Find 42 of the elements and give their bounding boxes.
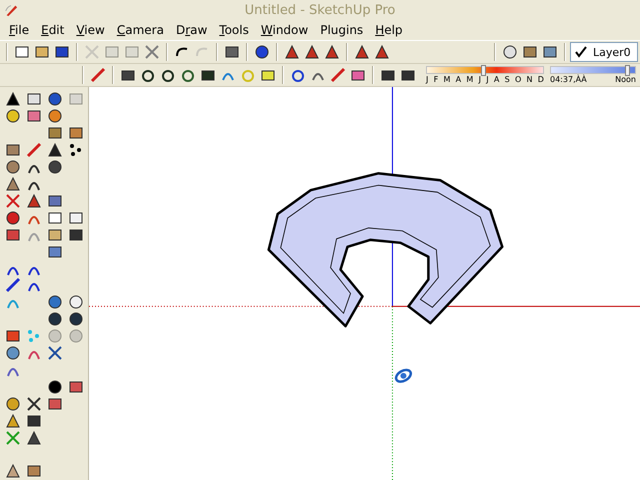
month-label: J [426,75,428,84]
sphere-icon[interactable] [5,345,21,362]
month-label: J [478,75,481,84]
menu-item[interactable]: View [71,23,112,37]
circle-icon[interactable] [140,67,156,83]
app-logo-icon [4,3,18,17]
menu-item[interactable]: Camera [112,23,171,37]
month-label: D [538,75,544,84]
menu-item[interactable]: Draw [170,23,214,37]
month-label: M [466,75,474,84]
month-label: F [434,75,438,84]
menu-item[interactable]: Help [370,23,410,37]
month-label: J [486,75,489,84]
loop-icon[interactable] [290,67,306,83]
noon-label: Noon [615,75,636,84]
menu-item[interactable]: File [4,23,36,37]
rectangle-icon[interactable] [5,142,21,158]
delete-x-icon[interactable] [144,44,160,60]
time-slider-thumb[interactable] [624,65,630,76]
dots-icon[interactable] [26,328,42,344]
date-slider-thumb[interactable] [480,65,486,76]
new-file-icon[interactable] [14,44,30,60]
layer-name: Layer0 [593,46,631,58]
menu-item[interactable]: Plugins [315,23,370,37]
time-label: 04:37 [550,75,574,84]
time-slider[interactable] [550,66,636,74]
menu-item[interactable]: Window [256,23,316,37]
window-title: Untitled - SketchUp Pro [244,2,396,18]
month-label: O [514,75,522,84]
circle-icon[interactable] [5,159,21,176]
triangle-icon[interactable] [5,176,21,192]
orbit-cursor-icon [394,368,412,383]
month-label: M [444,75,450,84]
layer-dropdown[interactable]: Layer0 [570,42,638,62]
time-suffix-label: ,ÀÀ [573,75,587,84]
month-label: A [456,75,462,84]
month-label: A [494,75,500,84]
month-label: N [526,75,532,84]
month-label: S [504,75,510,84]
menu-item[interactable]: Tools [214,23,256,37]
menu-item[interactable]: Edit [36,23,72,37]
date-slider[interactable] [426,66,544,74]
